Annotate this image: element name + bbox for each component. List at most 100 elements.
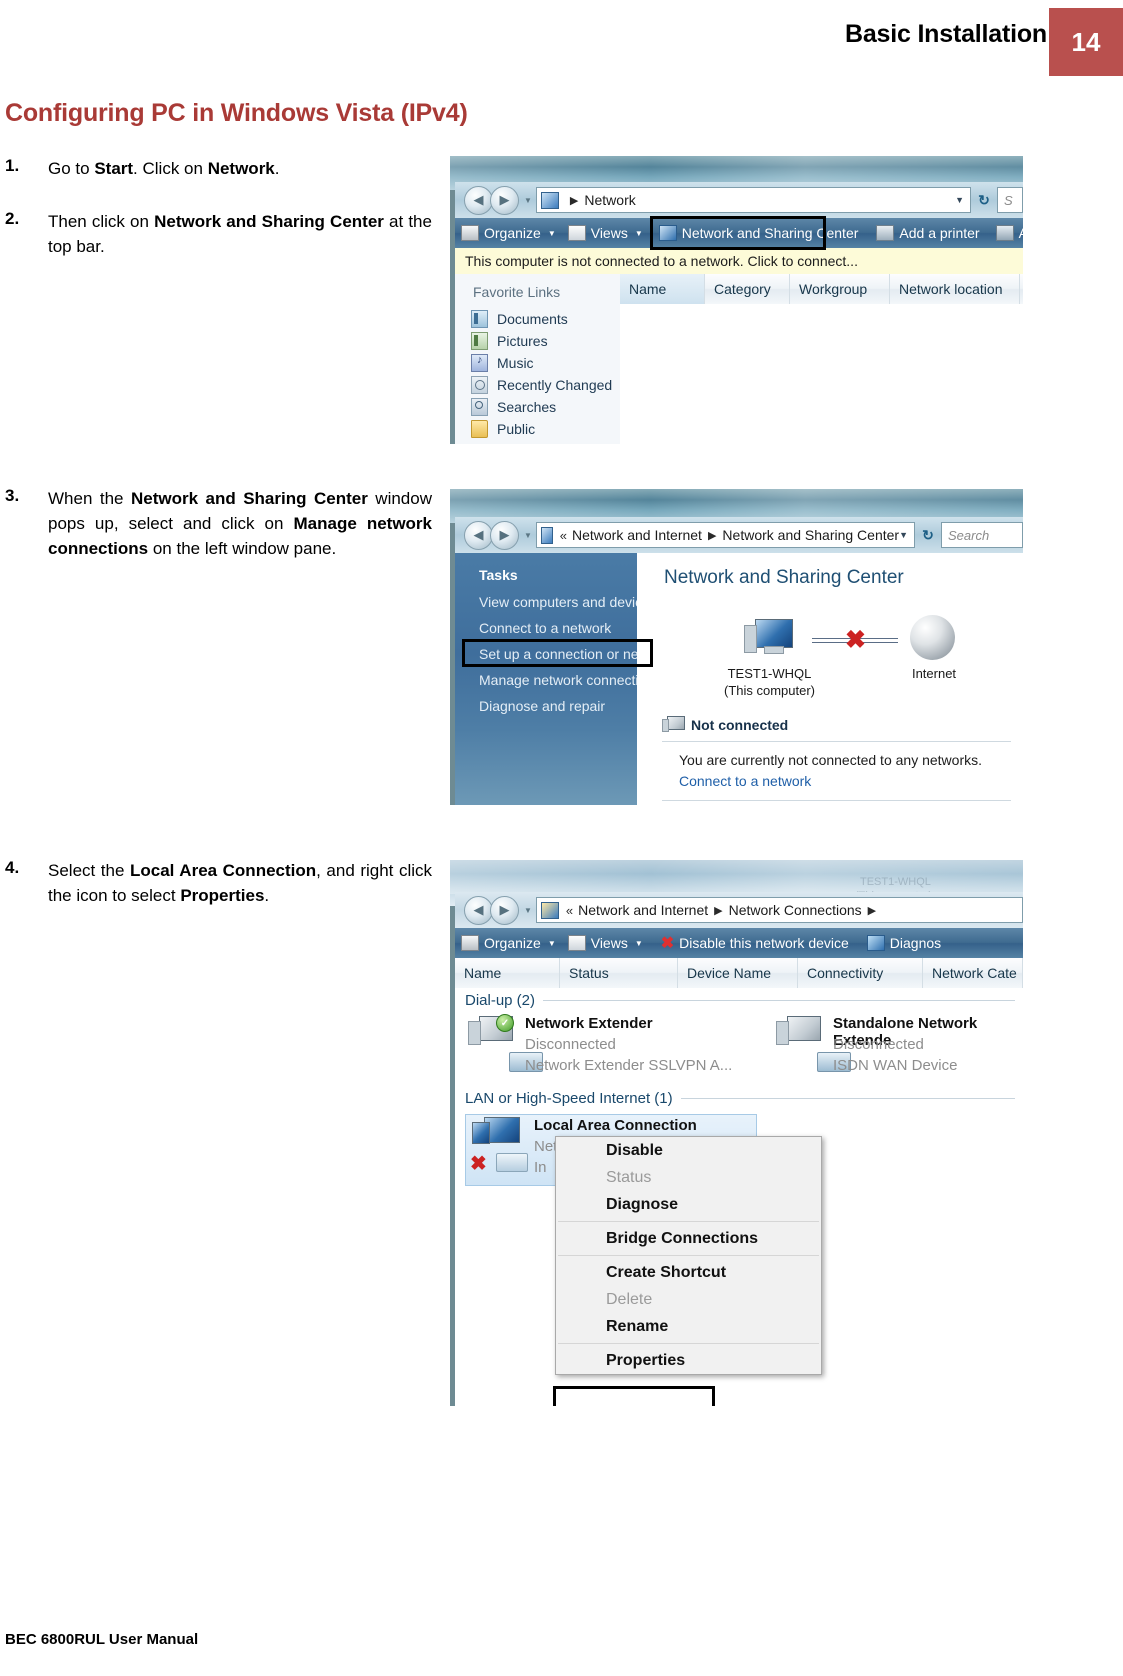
menu-item-create-shortcut[interactable]: Create Shortcut [556, 1259, 821, 1286]
highlight-box-properties [553, 1386, 715, 1406]
menu-item-bridge-connections[interactable]: Bridge Connections [556, 1225, 821, 1252]
task-diagnose-and-repair[interactable]: Diagnose and repair [455, 693, 637, 719]
connection-item-standalone-network-extender[interactable]: Standalone Network Extende Disconnected … [775, 1015, 1023, 1080]
pictures-icon [471, 332, 488, 350]
toolbar-organize-button[interactable]: Organize ▼ [455, 928, 562, 958]
breadcrumb-dropdown-icon[interactable]: ▼ [955, 195, 964, 205]
screenshot-network-connections: TEST1-WHQL (This computer) ◀ ▶ ▼ « Netwo… [450, 860, 1023, 1406]
forward-button[interactable]: ▶ [490, 520, 519, 550]
breadcrumb-overflow-icon[interactable]: « [566, 903, 573, 918]
step-number: 3. [5, 486, 20, 505]
breadcrumb-item-2: Network Connections [728, 902, 862, 918]
chevron-down-icon: ▼ [634, 228, 643, 238]
fav-item-public[interactable]: Public [455, 418, 620, 440]
task-connect-to-a-network[interactable]: Connect to a network [455, 615, 637, 641]
search-input[interactable]: Search [941, 522, 1023, 548]
computer-icon [742, 619, 794, 659]
forward-button[interactable]: ▶ [490, 895, 519, 925]
watermark-computer-name: TEST1-WHQL [860, 876, 931, 888]
toolbar-add-wireless-button[interactable]: Add a wire [990, 218, 1023, 248]
address-bar: ◀ ▶ ▼ « Network and Internet ▶ Network C… [455, 892, 1023, 928]
breadcrumb-bar[interactable]: « Network and Internet ▶ Network and Sha… [535, 522, 915, 548]
column-header-network-location[interactable]: Network location [890, 274, 1020, 304]
toolbar-organize-button[interactable]: Organize ▼ [455, 218, 562, 248]
fav-item-documents[interactable]: Documents [455, 308, 620, 330]
page-number-badge: 14 [1049, 8, 1123, 76]
address-bar: ◀ ▶ ▼ ▶ Network ▼ ↻ S [455, 182, 1023, 218]
network-connections-icon [540, 901, 559, 919]
toolbar-disable-device-button[interactable]: ✖ Disable this network device [655, 928, 855, 958]
breadcrumb-bar[interactable]: « Network and Internet ▶ Network Connect… [535, 897, 1023, 923]
breadcrumb-bar[interactable]: ▶ Network ▼ [535, 187, 971, 213]
group-label: LAN or High-Speed Internet (1) [465, 1090, 673, 1107]
breadcrumb-dropdown-icon[interactable]: ▼ [899, 530, 908, 540]
menu-item-disable[interactable]: Disable [556, 1137, 821, 1164]
disconnected-x-icon: ✖ [845, 626, 866, 654]
menu-item-rename[interactable]: Rename [556, 1313, 821, 1340]
fav-item-searches[interactable]: Searches [455, 396, 620, 418]
refresh-icon[interactable]: ↻ [915, 523, 941, 547]
status-text: You are currently not connected to any n… [679, 752, 982, 768]
step-4: 4. Select the Local Area Connection, and… [0, 858, 432, 908]
menu-item-properties[interactable]: Properties [556, 1347, 821, 1374]
favorite-links-title: Favorite Links [473, 284, 561, 300]
group-header-dialup: Dial-up (2) [465, 992, 1015, 1009]
recently-changed-icon [471, 376, 488, 394]
fav-item-recently-changed[interactable]: Recently Changed [455, 374, 620, 396]
toolbar-views-button[interactable]: Views ▼ [562, 218, 649, 248]
music-icon [471, 354, 488, 372]
column-header-connectivity[interactable]: Connectivity [798, 958, 923, 988]
network-icon [540, 526, 553, 544]
toolbar-add-printer-button[interactable]: Add a printer [870, 218, 985, 248]
breadcrumb-overflow-icon[interactable]: « [560, 528, 567, 543]
toolbar-diagnose-button[interactable]: Diagnos [861, 928, 947, 958]
back-button[interactable]: ◀ [464, 185, 493, 215]
menu-item-status: Status [606, 1168, 652, 1186]
toolbar-label: Add a printer [899, 225, 980, 241]
forward-button[interactable]: ▶ [490, 185, 519, 215]
connect-to-a-network-link[interactable]: Connect to a network [679, 773, 811, 789]
back-button[interactable]: ◀ [464, 520, 493, 550]
column-header-workgroup[interactable]: Workgroup [790, 274, 890, 304]
breadcrumb-item-1[interactable]: Network and Internet [578, 902, 708, 918]
menu-separator [558, 1343, 819, 1344]
fav-item-music[interactable]: Music [455, 352, 620, 374]
recent-pages-caret-icon[interactable]: ▼ [524, 196, 532, 205]
recent-pages-caret-icon[interactable]: ▼ [524, 906, 532, 915]
step-2: 2. Then click on Network and Sharing Cen… [0, 209, 432, 259]
address-bar: ◀ ▶ ▼ « Network and Internet ▶ Network a… [455, 517, 1023, 553]
info-bar[interactable]: This computer is not connected to a netw… [455, 248, 1023, 275]
fav-item-label: Pictures [497, 333, 548, 349]
column-header-status[interactable]: Status [560, 958, 678, 988]
step-text: When the Network and Sharing Center wind… [48, 489, 432, 558]
task-view-computers-and-devices[interactable]: View computers and devices [455, 589, 657, 615]
fav-item-label: Recently Changed [497, 377, 613, 393]
computer-name: TEST1-WHQL [727, 666, 812, 681]
tasks-pane-title: Tasks [479, 567, 518, 583]
column-header-network-category[interactable]: Network Cate [923, 958, 1023, 988]
column-header-device-name[interactable]: Device Name [678, 958, 798, 988]
lan-icon [470, 1117, 520, 1153]
internet-label: Internet [911, 666, 957, 681]
column-header-row: Name Category Workgroup Network location [620, 274, 1023, 305]
cable-icon [496, 1153, 528, 1172]
column-header-category[interactable]: Category [705, 274, 790, 304]
breadcrumb-item-1[interactable]: Network and Internet [572, 527, 702, 543]
search-input[interactable]: S [997, 187, 1023, 213]
step-text: Go to Start. Click on Network. [48, 159, 280, 178]
fav-item-label: Documents [497, 311, 568, 327]
toolbar-views-button[interactable]: Views ▼ [562, 928, 649, 958]
step-number: 2. [5, 209, 20, 228]
fav-item-pictures[interactable]: Pictures [455, 330, 620, 352]
task-manage-network-connections[interactable]: Manage network connections [455, 667, 661, 693]
connection-item-network-extender[interactable]: ✓ Network Extender Disconnected Network … [467, 1014, 747, 1080]
refresh-icon[interactable]: ↻ [971, 188, 997, 212]
menu-item-delete: Delete [606, 1290, 653, 1308]
column-header-name[interactable]: Name [455, 958, 560, 988]
back-button[interactable]: ◀ [464, 895, 493, 925]
recent-pages-caret-icon[interactable]: ▼ [524, 531, 532, 540]
menu-item-diagnose[interactable]: Diagnose [556, 1191, 821, 1218]
dialup-icon [775, 1016, 821, 1050]
column-header-name[interactable]: Name [620, 274, 705, 304]
section-title: Configuring PC in Windows Vista (IPv4) [5, 99, 468, 127]
